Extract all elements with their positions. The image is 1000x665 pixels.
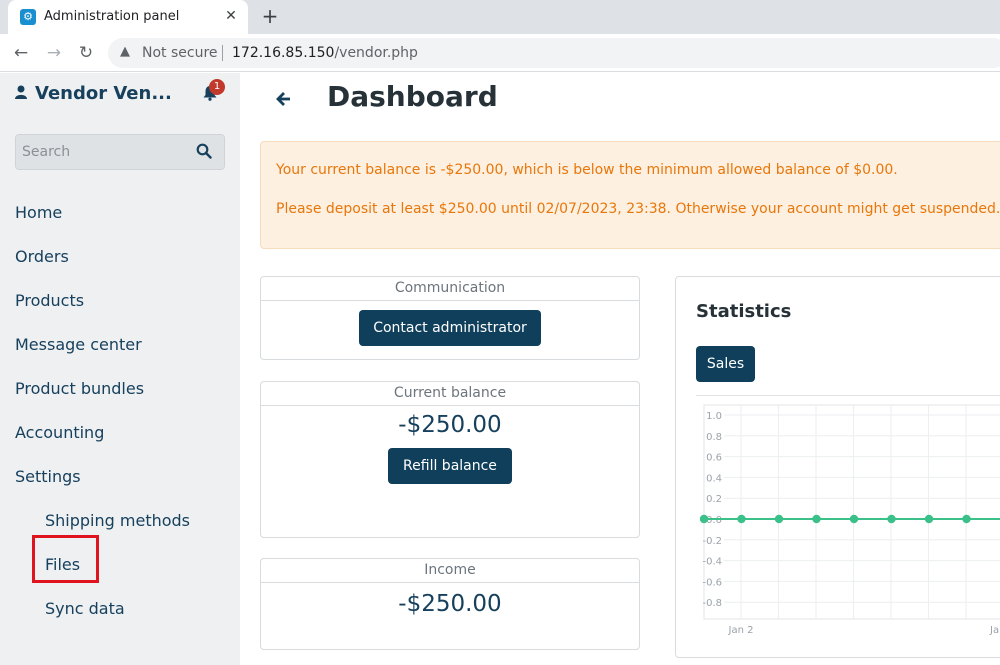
warning-icon: ▲ [120,44,130,59]
sidebar-subitem-sync-data[interactable]: Sync data [45,599,125,618]
url-host: 172.16.85.150 [232,45,335,61]
y-tick-label: -0.4 [702,557,722,568]
income-amount: -$250.00 [398,591,502,617]
page-title: Dashboard [327,80,498,113]
current-balance-card: Current balance -$250.00 Refill balance [260,381,640,538]
back-icon[interactable]: ← [10,42,32,64]
url-path: /vendor.php [334,45,418,61]
y-tick-label: 0.4 [706,473,722,484]
close-tab-icon[interactable]: ✕ [222,7,240,25]
y-tick-label: -0.2 [702,536,722,547]
divider [222,45,223,61]
refill-balance-button[interactable]: Refill balance [388,448,512,484]
address-bar[interactable]: ▲ Not secure 172.16.85.150/vendor.php [108,38,1000,68]
y-tick-label: 0.6 [706,453,722,464]
sidebar-item-products[interactable]: Products [15,291,84,310]
search-input[interactable] [22,142,182,162]
browser-toolbar: ← → ↻ ▲ Not secure 172.16.85.150/vendor.… [0,34,1000,72]
sidebar-item-accounting[interactable]: Accounting [15,423,104,442]
chart-frame [703,404,1000,620]
gear-favicon-icon: ⚙ [20,9,36,25]
forward-icon[interactable]: → [43,42,65,64]
highlight-box [32,535,99,583]
balance-amount: -$250.00 [398,412,502,438]
y-tick-label: 1.0 [706,411,722,422]
security-label: Not secure [142,45,218,61]
new-tab-button[interactable]: + [258,5,282,29]
x-tick-label: Jan [989,625,1000,636]
contact-administrator-button[interactable]: Contact administrator [359,310,541,346]
search-box [15,134,225,170]
sidebar-item-product-bundles[interactable]: Product bundles [15,379,144,398]
data-point [699,514,709,524]
data-point [962,514,971,524]
card-heading: Income [261,559,639,583]
data-point [849,514,859,524]
communication-card: Communication Contact administrator [260,276,640,360]
user-icon [15,85,29,103]
income-card: Income -$250.00 [260,558,640,650]
browser-tab[interactable]: ⚙ Administration panel ✕ [8,0,248,34]
sidebar-item-settings[interactable]: Settings [15,467,81,486]
statistics-title: Statistics [696,301,792,322]
y-tick-label: -0.6 [702,577,722,588]
browser-tab-bar: ⚙ Administration panel ✕ + [0,0,1000,34]
notification-badge: 1 [209,79,225,95]
data-point [887,514,896,524]
back-arrow-icon[interactable] [275,88,291,112]
alert-line-1: Your current balance is -$250.00, which … [276,162,898,178]
sales-chart: 1.0 0.8 0.6 0.4 0.2 0.0 -0.2 -0.4 -0.6 -0.8 Jan 2 J… [699,404,1000,636]
card-heading: Communication [261,277,639,301]
sidebar-item-home[interactable]: Home [15,203,62,222]
statistics-card: Statistics Sales 1.0 0.8 0.6 0.4 0.2 0.0 -0.2 -… [675,276,1000,658]
tab-sales[interactable]: Sales [696,346,755,382]
sidebar-item-orders[interactable]: Orders [15,247,69,266]
divider [696,395,1000,396]
user-name: Vendor Ven... [35,83,172,104]
sidebar-item-message-center[interactable]: Message center [15,335,142,354]
data-point [812,514,821,524]
user-menu[interactable]: Vendor Ven... [15,83,172,104]
balance-warning-alert: Your current balance is -$250.00, which … [260,141,1000,249]
tab-title: Administration panel [44,9,180,24]
card-heading: Current balance [261,382,639,406]
y-tick-label: 0.8 [706,432,722,443]
search-icon[interactable] [196,143,212,159]
sidebar: Vendor Ven... 1 Home Orders Products Mes… [0,73,240,665]
x-tick-label: Jan 2 [728,625,754,636]
url-text[interactable]: 172.16.85.150/vendor.php [232,45,418,61]
y-tick-label: 0.2 [706,494,722,505]
data-point [924,514,934,524]
data-point [774,514,784,524]
data-point [737,514,746,524]
alert-line-2: Please deposit at least $250.00 until 02… [276,201,1000,217]
sidebar-subitem-shipping-methods[interactable]: Shipping methods [45,511,190,530]
y-tick-label: 0.0 [706,515,722,526]
reload-icon[interactable]: ↻ [75,42,97,64]
y-tick-label: -0.8 [702,598,722,609]
